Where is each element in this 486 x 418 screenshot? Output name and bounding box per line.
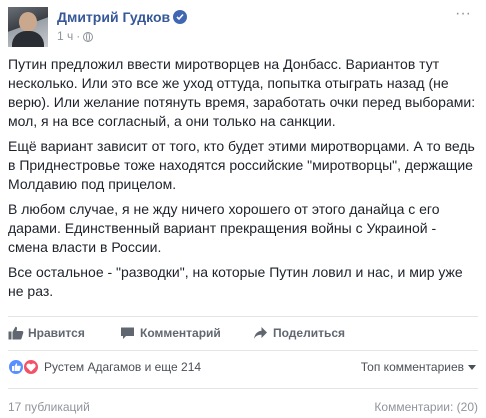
post-paragraph: В любом случае, я не жду ничего хорошего… — [8, 201, 440, 255]
thumbs-up-icon — [8, 326, 24, 340]
like-button-label: Нравится — [28, 326, 85, 340]
action-bar: Нравится Комментарий Поделиться — [0, 321, 486, 345]
comment-icon — [121, 327, 134, 339]
like-reaction-icon[interactable] — [8, 359, 24, 375]
divider — [8, 388, 478, 389]
love-reaction-icon[interactable] — [23, 359, 39, 375]
meta-separator: · — [76, 29, 81, 43]
divider — [8, 316, 478, 317]
comment-button-label: Комментарий — [140, 326, 221, 340]
author-name[interactable]: Дмитрий Гудков — [57, 9, 170, 25]
avatar-body — [12, 31, 44, 47]
post-paragraph: Ещё вариант зависит от того, кто будет э… — [8, 138, 475, 192]
chevron-down-icon — [468, 365, 476, 370]
post-header: Дмитрий Гудков 1 ч · ··· — [0, 0, 486, 56]
top-comments-label: Топ комментариев — [360, 360, 464, 374]
post-text: Путин предложил ввести миротворцев на До… — [8, 55, 478, 307]
post-time[interactable]: 1 ч — [57, 29, 73, 43]
top-comments-dropdown[interactable]: Топ комментариев — [361, 360, 476, 374]
more-options-icon[interactable]: ··· — [455, 6, 477, 22]
shares-count[interactable]: 17 публикаций — [8, 400, 90, 414]
comments-count[interactable]: Комментарии: (20) — [374, 400, 478, 414]
avatar-face — [19, 12, 37, 32]
author-avatar[interactable] — [8, 7, 48, 47]
globe-icon[interactable] — [83, 32, 94, 42]
share-button-label: Поделиться — [273, 326, 346, 340]
share-icon — [254, 327, 267, 339]
post-footer: 17 публикаций Комментарии: (20) — [0, 398, 486, 416]
post-meta: 1 ч · — [57, 29, 94, 43]
post-paragraph: Путин предложил ввести миротворцев на До… — [8, 56, 476, 129]
reactions-bar: Рустем Адагамов и еще 214 Топ комментари… — [0, 357, 486, 379]
divider — [8, 350, 478, 351]
post-paragraph: Все остальное - "разводки", на которые П… — [8, 264, 463, 299]
verified-badge-icon — [173, 10, 187, 24]
reactions-summary[interactable]: Рустем Адагамов и еще 214 — [44, 360, 201, 374]
